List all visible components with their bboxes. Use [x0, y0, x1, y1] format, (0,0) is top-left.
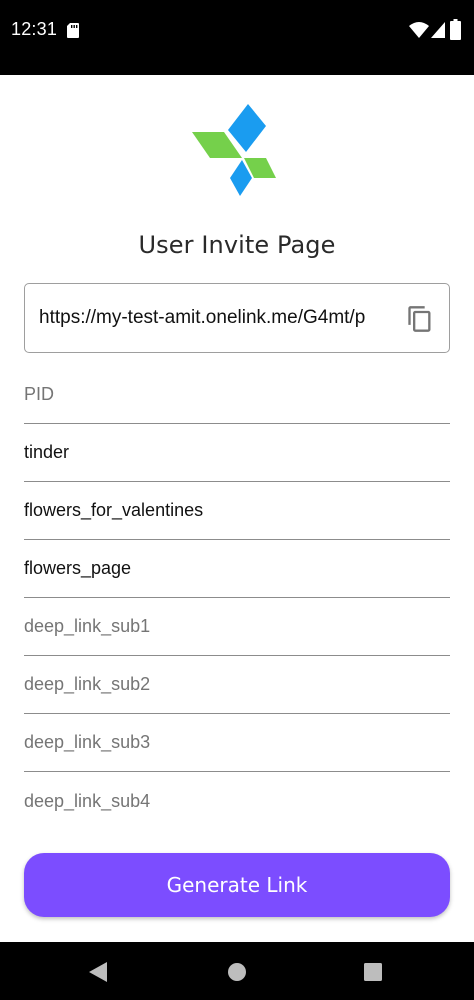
- deep-link-sub2-field: [24, 656, 450, 714]
- page-title: User Invite Page: [138, 231, 336, 259]
- deep-link-sub2-input[interactable]: [24, 656, 450, 713]
- deep-link-sub1-input[interactable]: [24, 598, 450, 655]
- copy-icon[interactable]: [406, 304, 434, 334]
- deep-link-sub4-field: [24, 772, 450, 830]
- status-time: 12:31: [11, 19, 58, 39]
- deep-link-sub3-field: [24, 714, 450, 772]
- deep-link-sub1-field: [24, 598, 450, 656]
- media-source-input[interactable]: [24, 424, 450, 481]
- invite-link-text[interactable]: https://my-test-amit.onelink.me/G4mt/p: [39, 307, 379, 329]
- campaign-field: [24, 482, 450, 540]
- back-icon[interactable]: [89, 962, 107, 982]
- navigation-bar: [0, 942, 474, 1000]
- deep-link-sub3-input[interactable]: [24, 714, 450, 771]
- app-logo: [192, 104, 276, 196]
- sd-card-icon: [67, 23, 79, 38]
- page-field: [24, 540, 450, 598]
- recents-icon[interactable]: [364, 963, 382, 981]
- pid-input[interactable]: [24, 366, 450, 423]
- page-input[interactable]: [24, 540, 450, 597]
- deep-link-sub4-input[interactable]: [24, 772, 450, 830]
- generate-link-button[interactable]: Generate Link: [24, 853, 450, 917]
- signal-icon: [431, 22, 445, 38]
- wifi-icon: [409, 22, 429, 38]
- campaign-input[interactable]: [24, 482, 450, 539]
- battery-icon: [450, 19, 461, 40]
- pid-field: [24, 366, 450, 424]
- home-icon[interactable]: [228, 963, 246, 981]
- status-bar: 12:31: [0, 0, 474, 75]
- invite-link-box: https://my-test-amit.onelink.me/G4mt/p: [24, 283, 450, 353]
- media-source-field: [24, 424, 450, 482]
